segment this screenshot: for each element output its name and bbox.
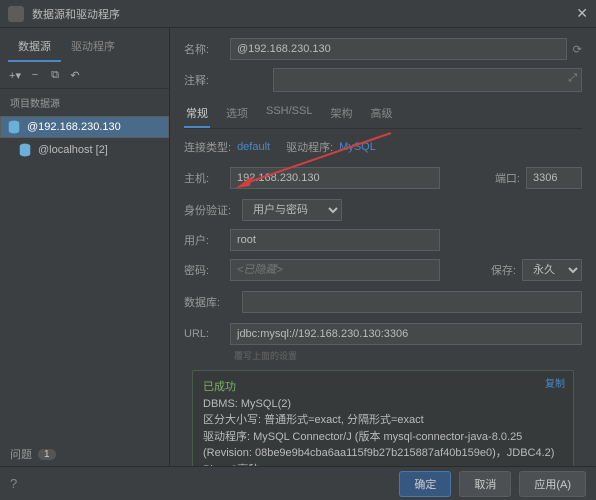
tab-general[interactable]: 常规	[184, 100, 210, 128]
datasource-item[interactable]: @192.168.230.130	[0, 116, 169, 138]
user-label: 用户:	[184, 232, 224, 248]
ok-button[interactable]: 确定	[399, 471, 451, 497]
url-label: URL:	[184, 328, 224, 340]
note-input[interactable]: ⤢	[273, 68, 582, 92]
datasource-item[interactable]: @localhost [2]	[0, 138, 169, 162]
port-label: 端口:	[495, 170, 520, 186]
mysql-icon	[7, 120, 21, 134]
tab-advanced[interactable]: 高级	[368, 100, 394, 128]
problems-label: 问题	[10, 446, 32, 462]
expand-icon[interactable]: ⤢	[568, 72, 577, 85]
datasource-label: @192.168.230.130	[27, 121, 121, 133]
conn-type-label: 连接类型:	[184, 139, 231, 155]
result-line: DBMS: MySQL(2)	[203, 396, 563, 413]
port-input[interactable]	[526, 167, 582, 189]
pass-input[interactable]	[230, 259, 440, 281]
result-line: 驱动程序: MySQL Connector/J (版本 mysql-connec…	[203, 429, 563, 462]
db-label: 数据库:	[184, 294, 236, 310]
name-input[interactable]	[230, 38, 567, 60]
conn-type-link[interactable]: default	[237, 141, 270, 153]
result-success: 已成功	[203, 379, 563, 396]
result-line: 区分大小写: 普通形式=exact, 分隔形式=exact	[203, 412, 563, 429]
add-button[interactable]: +▾	[6, 66, 24, 84]
tab-options[interactable]: 选项	[224, 100, 250, 128]
close-icon[interactable]: ✕	[576, 5, 588, 22]
user-input[interactable]	[230, 229, 440, 251]
driver-link[interactable]: MySQL	[339, 141, 376, 153]
mysql-icon	[18, 143, 32, 157]
auth-label: 身份验证:	[184, 202, 236, 218]
tab-drivers[interactable]: 驱动程序	[61, 32, 125, 62]
pass-label: 密码:	[184, 262, 224, 278]
window-title: 数据源和驱动程序	[32, 6, 576, 22]
reset-icon[interactable]: ⟳	[573, 43, 582, 56]
driver-label: 驱动程序:	[286, 139, 333, 155]
cancel-button[interactable]: 取消	[459, 471, 511, 497]
auth-select[interactable]: 用户与密码	[242, 199, 342, 221]
host-label: 主机:	[184, 170, 224, 186]
save-label: 保存:	[491, 262, 516, 278]
name-label: 名称:	[184, 41, 224, 57]
problems-count: 1	[38, 449, 56, 460]
help-icon[interactable]: ?	[10, 476, 17, 491]
db-input[interactable]	[242, 291, 582, 313]
section-label: 项目数据源	[0, 89, 169, 116]
tab-datasources[interactable]: 数据源	[8, 32, 61, 62]
remove-button[interactable]: −	[26, 66, 44, 84]
datasource-label: @localhost [2]	[38, 144, 108, 156]
url-hint: 覆写上面的设置	[234, 349, 582, 362]
url-input[interactable]	[230, 323, 582, 345]
test-result: 复制 已成功 DBMS: MySQL(2) 区分大小写: 普通形式=exact,…	[192, 370, 574, 470]
note-label: 注释:	[184, 72, 221, 88]
copy-button[interactable]: ⧉	[46, 66, 64, 84]
host-input[interactable]	[230, 167, 440, 189]
app-icon	[8, 6, 24, 22]
tab-ssh[interactable]: SSH/SSL	[264, 100, 314, 128]
save-select[interactable]: 永久	[522, 259, 582, 281]
apply-button[interactable]: 应用(A)	[519, 471, 586, 497]
tab-schema[interactable]: 架构	[328, 100, 354, 128]
undo-button[interactable]: ↶	[66, 66, 84, 84]
copy-link[interactable]: 复制	[545, 377, 565, 392]
